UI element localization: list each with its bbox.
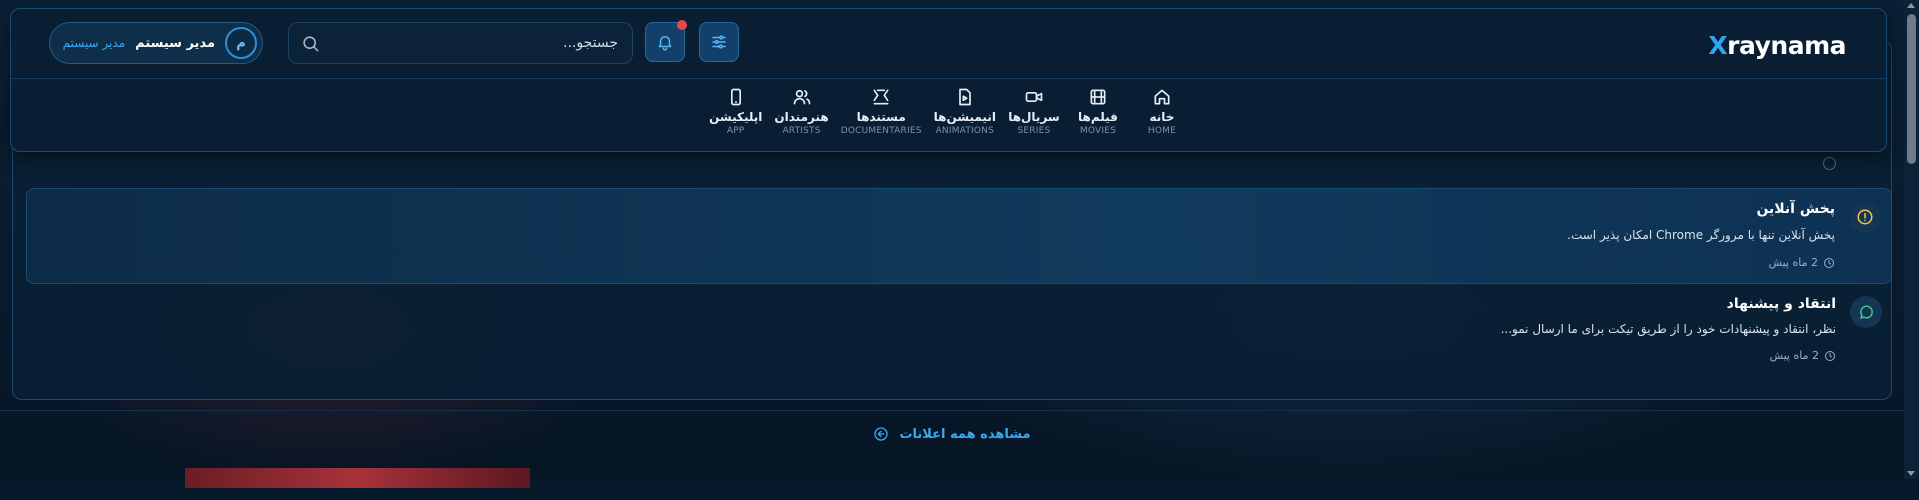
notification-item[interactable]: پخش آنلاین پخش آنلاین تنها با مرورگر Chr…: [26, 188, 1892, 284]
nav-item-series[interactable]: سریال‌ها SERIES: [1008, 87, 1060, 147]
search-input[interactable]: جستجو...: [288, 22, 633, 64]
nav-sublabel: SERIES: [1017, 126, 1051, 136]
nav-item-artists[interactable]: هنرمندان ARTISTS: [774, 87, 829, 147]
nav-label: خانه: [1149, 110, 1175, 124]
nav-item-app[interactable]: اپلیکیشن APP: [709, 87, 762, 147]
alert-circle-icon: [1849, 201, 1881, 233]
nav-label: اپلیکیشن: [709, 110, 763, 124]
film-icon: [1090, 89, 1106, 105]
bell-icon: [658, 36, 672, 51]
page-scrollbar[interactable]: [1904, 0, 1919, 479]
clock-icon: [1824, 257, 1834, 268]
avatar: م: [225, 27, 257, 59]
scroll-up-arrow[interactable]: [1907, 3, 1915, 8]
nav-item-animations[interactable]: انیمیشن‌ها ANIMATIONS: [934, 87, 996, 147]
notification-message: پخش آنلاین تنها با مرورگر Chrome امکان پ…: [1567, 228, 1835, 242]
nav-sublabel: ARTISTS: [782, 126, 821, 136]
nav-item-home[interactable]: خانه HOME: [1136, 87, 1188, 147]
notification-time-text: 2 ماه پیش: [1769, 349, 1819, 362]
nav-label: انیمیشن‌ها: [933, 110, 996, 124]
scroll-thumb[interactable]: [1907, 14, 1916, 164]
message-circle-icon: [1850, 296, 1882, 328]
site-logo[interactable]: Xraynama: [1708, 31, 1846, 60]
sliders-icon: [712, 35, 726, 49]
notification-badge: [677, 20, 687, 30]
nav-label: سریال‌ها: [1008, 110, 1060, 124]
notification-time-text: 2 ماه پیش: [1768, 256, 1818, 269]
nav-sublabel: HOME: [1147, 126, 1176, 136]
home-icon: [1154, 89, 1170, 105]
user-role: مدیر سیستم: [62, 36, 126, 50]
nav-sublabel: DOCUMENTARIES: [840, 126, 922, 136]
filters-button[interactable]: [699, 22, 739, 62]
main-navigation: خانه HOME فیلم‌ها MOVIES سریال‌ها SERIES…: [11, 87, 1886, 147]
nav-sublabel: ANIMATIONS: [935, 126, 995, 136]
smartphone-icon: [730, 88, 741, 106]
nav-item-documentaries[interactable]: مستندها DOCUMENTARIES: [841, 87, 922, 147]
notification-time: 2 ماه پیش: [1770, 349, 1836, 362]
user-menu[interactable]: م مدیر سیستم مدیر سیستم: [49, 22, 263, 64]
clock-icon: [1823, 157, 1836, 170]
nav-label: مستندها: [856, 110, 906, 124]
notification-title: پخش آنلاین: [1756, 201, 1835, 217]
scroll-down-arrow[interactable]: [1907, 471, 1915, 476]
nav-sublabel: MOVIES: [1079, 126, 1116, 136]
notification-title: انتقاد و پیشنهاد: [1726, 296, 1836, 312]
search-placeholder: جستجو...: [563, 35, 618, 51]
video-camera-icon: [1025, 92, 1043, 102]
search-icon[interactable]: [301, 34, 320, 53]
file-play-icon: [958, 88, 971, 106]
users-icon: [793, 89, 810, 105]
nav-label: فیلم‌ها: [1078, 110, 1118, 124]
clock-icon: [1825, 350, 1835, 361]
header-divider: [11, 78, 1886, 79]
background-poster: [185, 468, 530, 488]
notification-item[interactable]: انتقاد و پیشنهاد نظر، انتقاد و پیشنهادات…: [26, 290, 1892, 380]
theater-icon: [873, 89, 889, 105]
nav-sublabel: APP: [726, 126, 745, 136]
notifications-button[interactable]: [645, 20, 687, 62]
site-header: Xraynama جستجو... م مدیر سیستم مدیر سیست…: [10, 8, 1887, 152]
background-hero-title: [940, 440, 1740, 500]
nav-item-movies[interactable]: فیلم‌ها MOVIES: [1072, 87, 1124, 147]
notification-time: 2 ماه پیش: [1769, 256, 1835, 269]
arrow-left-circle-icon: [874, 427, 889, 441]
nav-label: هنرمندان: [774, 110, 829, 124]
user-name: مدیر سیستم: [135, 35, 215, 51]
notification-message: نظر، انتقاد و پیشنهادات خود را از طریق ت…: [1500, 322, 1836, 336]
